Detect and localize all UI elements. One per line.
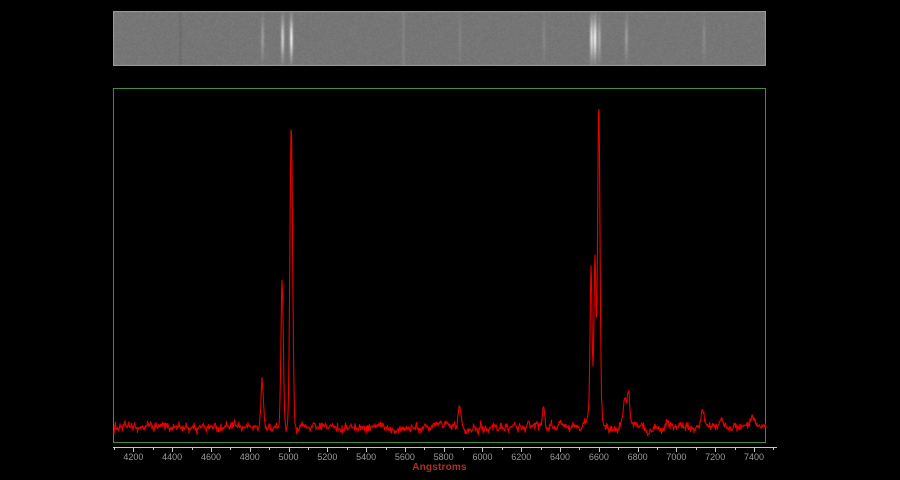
x-axis-minor-tick [618,448,619,450]
x-axis-line [113,447,777,448]
x-tick-label: 7000 [666,452,686,462]
x-axis-minor-tick [192,448,193,450]
x-axis-minor-tick [541,448,542,450]
x-axis-minor-tick [657,448,658,450]
x-axis-title: Angstroms [113,462,766,473]
x-axis-major-tick [405,448,406,452]
spectrum-strip-image [113,11,766,66]
x-axis-major-tick [172,448,173,452]
x-axis-minor-tick [347,448,348,450]
x-axis-major-tick [599,448,600,452]
x-tick-label: 6400 [550,452,570,462]
x-axis-major-tick [638,448,639,452]
x-axis-minor-tick [579,448,580,450]
x-axis-minor-tick [735,448,736,450]
x-axis-major-tick [715,448,716,452]
x-tick-label: 4800 [240,452,260,462]
x-axis-minor-tick [424,448,425,450]
x-axis-minor-tick [463,448,464,450]
x-axis-major-tick [560,448,561,452]
x-axis-minor-tick [308,448,309,450]
x-tick-label: 6600 [589,452,609,462]
x-tick-label: 6200 [511,452,531,462]
x-axis-major-tick [754,448,755,452]
x-tick-label: 5800 [434,452,454,462]
x-tick-label: 7400 [744,452,764,462]
x-tick-label: 4600 [201,452,221,462]
x-axis-major-tick [211,448,212,452]
x-axis-minor-tick [773,448,774,450]
x-axis-major-tick [482,448,483,452]
x-axis-minor-tick [386,448,387,450]
x-axis-minor-tick [153,448,154,450]
x-axis-minor-tick [230,448,231,450]
x-tick-label: 5200 [317,452,337,462]
x-axis-minor-tick [502,448,503,450]
x-axis-minor-tick [269,448,270,450]
x-tick-label: 6000 [472,452,492,462]
x-tick-label: 5600 [395,452,415,462]
x-tick-label: 7200 [705,452,725,462]
x-tick-label: 4400 [162,452,182,462]
x-axis-minor-tick [114,448,115,450]
x-axis-major-tick [327,448,328,452]
x-axis-minor-tick [696,448,697,450]
x-tick-label: 4200 [123,452,143,462]
x-axis-major-tick [133,448,134,452]
x-axis-major-tick [366,448,367,452]
x-tick-label: 5400 [356,452,376,462]
x-tick-label: 6800 [628,452,648,462]
plot-frame[interactable] [113,88,766,443]
x-axis-major-tick [444,448,445,452]
x-tick-label: 5000 [279,452,299,462]
x-axis-major-tick [250,448,251,452]
x-axis-major-tick [676,448,677,452]
spectroscopy-app-screen: 4200 4400 4600 4800 5000 5200 5400 5600 5800 6000… [0,0,900,480]
x-axis-major-tick [289,448,290,452]
x-axis-major-tick [521,448,522,452]
